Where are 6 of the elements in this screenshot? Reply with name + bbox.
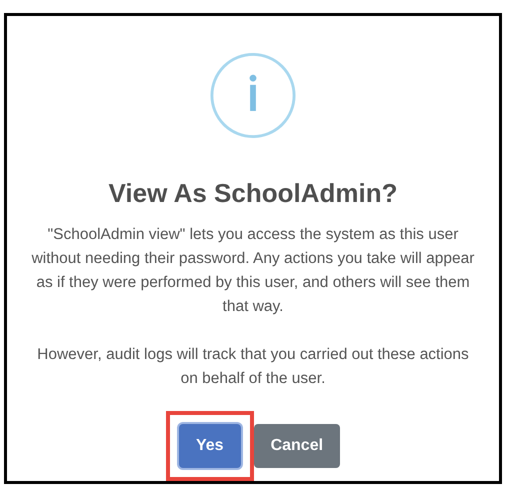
cancel-button[interactable]: Cancel bbox=[254, 424, 340, 468]
yes-button[interactable]: Yes bbox=[178, 424, 241, 468]
info-icon bbox=[208, 52, 298, 139]
dialog-message: "SchoolAdmin view" lets you access the system as this user without needing their password. Any actions you take will appear as if they were performed by this user, and others will see them that way. bbox=[30, 225, 476, 317]
dialog-title: View As SchoolAdmin? bbox=[108, 177, 398, 209]
dialog-message: However, audit logs will track that you carried out these actions on behalf of the user. bbox=[36, 345, 470, 389]
